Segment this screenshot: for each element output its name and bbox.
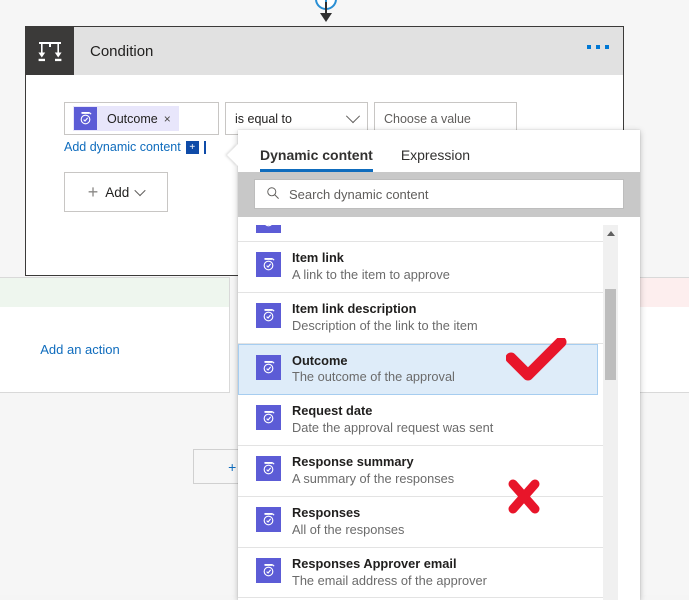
dynamic-content-panel: Dynamic content Expression Search dynami… [227, 130, 640, 600]
approval-icon [256, 405, 281, 431]
list-item-title: Request date [292, 403, 373, 419]
add-action-link-yes[interactable]: Add an action [40, 342, 120, 357]
plus-icon: + [228, 458, 237, 475]
condition-card-header[interactable]: Condition [26, 27, 623, 75]
approval-icon [256, 506, 281, 532]
ellipsis-icon[interactable] [587, 45, 609, 49]
callout-beak [227, 144, 238, 166]
list-item-title: Item link [292, 250, 344, 265]
dynamic-content-tabs: Dynamic content Expression [238, 130, 640, 172]
dynamic-content-list: Additional details about the request It [238, 225, 608, 600]
list-item[interactable]: Item link A link to the item to approve [238, 242, 608, 293]
flow-designer-canvas: Add an action an action + Ne [0, 0, 689, 600]
approval-icon [256, 252, 281, 277]
list-item[interactable]: Additional details about the request [238, 225, 608, 242]
branch-if-yes: Add an action [0, 277, 230, 532]
search-placeholder: Search dynamic content [289, 186, 429, 202]
search-band: Search dynamic content [238, 172, 640, 217]
search-icon [266, 186, 280, 203]
approval-icon [256, 456, 281, 482]
outcome-token-chip[interactable]: Outcome × [73, 106, 179, 131]
condition-value-placeholder: Choose a value [384, 111, 471, 126]
list-item-title: Responses [292, 504, 361, 520]
chevron-down-icon [134, 184, 146, 197]
add-button-label: Add [105, 184, 130, 200]
list-item[interactable]: Request date Date the approval request w… [238, 395, 608, 447]
list-item-title: Response summary [292, 454, 414, 470]
list-item-title: Outcome [292, 352, 348, 368]
list-item[interactable]: Item link description Description of the… [238, 292, 608, 344]
condition-left-field[interactable]: Outcome × [64, 102, 219, 135]
down-arrow-icon [320, 13, 332, 22]
scroll-up-arrow-icon[interactable] [607, 231, 615, 236]
tab-expression[interactable]: Expression [401, 147, 470, 172]
plus-icon: + [87, 182, 99, 202]
list-item-description: The outcome of the approval [292, 369, 455, 385]
branch-if-yes-header [0, 277, 230, 307]
dynamic-content-list-viewport: Additional details about the request It [238, 225, 640, 600]
tab-dynamic-content[interactable]: Dynamic content [260, 147, 373, 172]
approval-icon [74, 107, 97, 130]
text-cursor [203, 140, 206, 154]
search-input[interactable]: Search dynamic content [254, 179, 624, 209]
approval-icon [256, 557, 281, 583]
list-item-description: A link to the item to approve [292, 266, 450, 282]
list-item-outcome[interactable]: Outcome The outcome of the approval [238, 343, 598, 396]
flow-connector [310, 0, 342, 26]
list-item-description: The email address of the approver [292, 572, 487, 588]
outcome-token-label: Outcome [107, 111, 158, 126]
close-icon[interactable]: × [164, 112, 179, 126]
approval-icon [256, 354, 281, 380]
add-dynamic-content-badge[interactable]: + [185, 140, 199, 154]
add-dynamic-content-link[interactable]: Add dynamic content [64, 140, 181, 154]
condition-branch-icon [26, 27, 74, 75]
list-item-description: A summary of the responses [292, 471, 455, 487]
list-item[interactable]: Responses Approver email The email addre… [238, 547, 608, 599]
approval-icon [256, 302, 281, 328]
list-item-description: All of the responses [292, 521, 405, 537]
list-item[interactable]: Response summary A summary of the respon… [238, 446, 608, 497]
operator-value: is equal to [235, 111, 292, 126]
list-item-description: Description of the link to the item [292, 317, 478, 333]
list-item-responses[interactable]: Responses All of the responses [238, 496, 608, 548]
page-title: Condition [90, 42, 154, 60]
approval-icon [256, 225, 281, 233]
list-item-description: Date the approval request was sent [292, 420, 494, 436]
add-condition-button[interactable]: + Add [64, 172, 168, 212]
list-item-title: Item link description [292, 300, 417, 316]
scrollbar[interactable] [603, 225, 618, 600]
chevron-down-icon [345, 108, 361, 123]
list-item-title: Responses Approver email [292, 555, 457, 571]
scrollbar-thumb[interactable] [605, 289, 616, 380]
branch-if-yes-body: Add an action [0, 307, 230, 393]
